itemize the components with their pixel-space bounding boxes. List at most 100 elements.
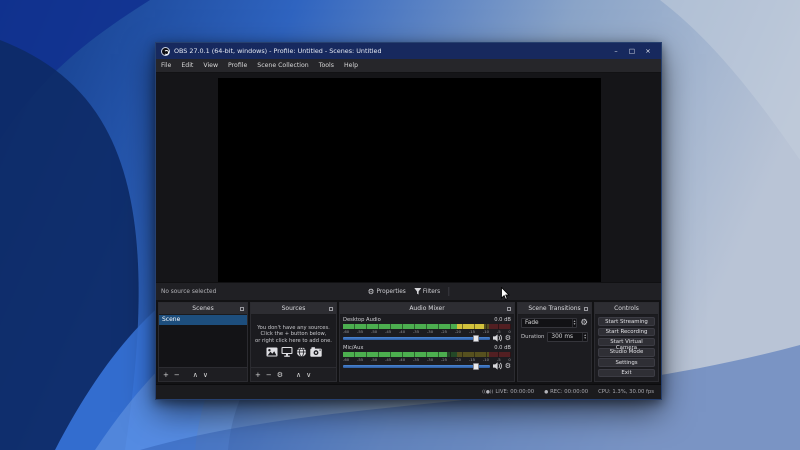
preview-area[interactable] xyxy=(156,73,661,282)
scenes-panel: Scenes Scene + − ∧ ∨ xyxy=(158,302,248,382)
transition-select[interactable]: Fade ▴ ▾ xyxy=(521,318,577,328)
audio-mixer-panel: Audio Mixer Desktop Audio 0.0 dB xyxy=(339,302,515,382)
db-tick-label: -30 xyxy=(427,357,433,362)
obs-window: OBS 27.0.1 (64-bit, windows) - Profile: … xyxy=(155,42,662,400)
control-button[interactable]: Settings xyxy=(598,358,655,367)
dock-options-icon[interactable] xyxy=(329,307,333,311)
maximize-button[interactable]: □ xyxy=(624,43,640,59)
control-button[interactable]: Exit xyxy=(598,369,655,378)
obs-logo-icon xyxy=(161,47,170,56)
duration-spinbox[interactable]: 300 ms ▴ ▾ xyxy=(547,332,588,342)
preview-canvas[interactable] xyxy=(218,78,601,291)
scene-transitions-panel: Scene Transitions Fade ▴ ▾ ⚙ xyxy=(517,302,592,382)
db-tick-label: -55 xyxy=(357,357,363,362)
scenes-toolbar: + − ∧ ∨ xyxy=(159,367,247,381)
channel-name: Mic/Aux xyxy=(343,345,363,351)
minimize-button[interactable]: – xyxy=(608,43,624,59)
add-scene-button[interactable]: + xyxy=(163,371,169,379)
volume-slider[interactable] xyxy=(343,365,490,368)
menu-item[interactable]: File xyxy=(156,59,176,72)
volume-meter xyxy=(343,324,511,329)
scenes-header[interactable]: Scenes xyxy=(159,303,247,315)
menu-item[interactable]: Scene Collection xyxy=(252,59,313,72)
db-tick-label: -10 xyxy=(483,329,489,334)
audio-mixer-title: Audio Mixer xyxy=(409,305,444,312)
speaker-icon[interactable] xyxy=(493,362,502,370)
transitions-header[interactable]: Scene Transitions xyxy=(518,303,591,315)
dock-options-icon[interactable] xyxy=(240,307,244,311)
dock-options-icon[interactable] xyxy=(507,307,511,311)
source-up-button[interactable]: ∧ xyxy=(296,371,301,379)
remove-scene-button[interactable]: − xyxy=(174,371,180,379)
volume-slider-handle[interactable] xyxy=(473,363,479,370)
titlebar[interactable]: OBS 27.0.1 (64-bit, windows) - Profile: … xyxy=(156,43,661,59)
scene-list-item[interactable]: Scene xyxy=(159,315,247,325)
chevron-down-icon: ▾ xyxy=(574,323,576,326)
controls-header[interactable]: Controls xyxy=(595,303,658,315)
control-button[interactable]: Start Recording xyxy=(598,328,655,337)
control-button[interactable]: Start Streaming xyxy=(598,317,655,326)
speaker-icon[interactable] xyxy=(493,334,502,342)
remove-source-button[interactable]: − xyxy=(266,371,272,379)
cpu-fps-text: CPU: 1.3%, 30.00 fps xyxy=(598,389,654,395)
control-button[interactable]: Start Virtual Camera xyxy=(598,338,655,347)
scene-down-button[interactable]: ∨ xyxy=(203,371,208,379)
menu-item[interactable]: Edit xyxy=(176,59,198,72)
volume-slider[interactable] xyxy=(343,337,490,340)
sources-empty-state[interactable]: You don't have any sources. Click the + … xyxy=(251,315,336,367)
close-button[interactable]: × xyxy=(640,43,656,59)
db-tick-label: -35 xyxy=(413,357,419,362)
volume-meter xyxy=(343,352,511,357)
menubar: File Edit View Profile Scene Collection … xyxy=(156,59,661,73)
scenes-title: Scenes xyxy=(192,305,213,312)
properties-label: Properties xyxy=(377,289,406,295)
channel-settings-icon[interactable]: ⚙ xyxy=(505,362,511,370)
db-tick-label: -50 xyxy=(371,357,377,362)
gear-icon: ⚙ xyxy=(368,287,375,296)
combo-arrows[interactable]: ▴ ▾ xyxy=(572,319,577,327)
filter-icon xyxy=(414,288,421,295)
live-time: LIVE: 00:00:00 xyxy=(495,389,534,395)
db-tick-label: -10 xyxy=(483,357,489,362)
mouse-cursor xyxy=(501,287,510,300)
db-tick-label: -20 xyxy=(455,357,461,362)
dock-options-icon[interactable] xyxy=(584,307,588,311)
sources-empty-text: or right click here to add one. xyxy=(255,338,332,345)
control-button[interactable]: Studio Mode xyxy=(598,348,655,357)
cpu-status: CPU: 1.3%, 30.00 fps xyxy=(598,389,654,395)
controls-panel: Controls Start Streaming Start Recording… xyxy=(594,302,659,382)
channel-settings-icon[interactable]: ⚙ xyxy=(505,334,511,342)
source-down-button[interactable]: ∨ xyxy=(306,371,311,379)
db-tick-label: -55 xyxy=(357,329,363,334)
source-toolbar-status: No source selected xyxy=(156,289,216,295)
desktop: OBS 27.0.1 (64-bit, windows) - Profile: … xyxy=(0,0,800,450)
scene-list[interactable]: Scene xyxy=(159,315,247,367)
scene-up-button[interactable]: ∧ xyxy=(193,371,198,379)
transition-settings-icon[interactable]: ⚙ xyxy=(580,318,588,328)
controls-title: Controls xyxy=(614,305,639,312)
spinbox-arrows[interactable]: ▴ ▾ xyxy=(582,333,587,341)
menu-item[interactable]: Profile xyxy=(223,59,252,72)
source-type-icons xyxy=(266,347,322,357)
menu-item[interactable]: Help xyxy=(339,59,363,72)
window-title: OBS 27.0.1 (64-bit, windows) - Profile: … xyxy=(174,47,608,55)
transition-selected-value: Fade xyxy=(522,320,572,326)
filters-button[interactable]: Filters xyxy=(414,288,440,295)
channel-db-value: 0.0 dB xyxy=(494,345,511,351)
sources-title: Sources xyxy=(282,305,306,312)
add-source-button[interactable]: + xyxy=(255,371,261,379)
controls-body: Start Streaming Start Recording Start Vi… xyxy=(595,315,658,381)
camera-source-icon xyxy=(310,347,322,357)
db-tick-label: -30 xyxy=(427,329,433,334)
transitions-title: Scene Transitions xyxy=(528,305,580,312)
duration-label: Duration xyxy=(521,334,544,340)
audio-mixer-header[interactable]: Audio Mixer xyxy=(340,303,514,315)
volume-slider-handle[interactable] xyxy=(473,335,479,342)
source-properties-button[interactable]: ⚙ xyxy=(277,371,283,379)
mixer-channel: Desktop Audio 0.0 dB -60-55-50-45-40-35-… xyxy=(343,317,511,342)
menu-item[interactable]: Tools xyxy=(314,59,339,72)
browser-source-icon xyxy=(296,347,307,357)
sources-header[interactable]: Sources xyxy=(251,303,336,315)
properties-button[interactable]: ⚙ Properties xyxy=(368,287,406,296)
menu-item[interactable]: View xyxy=(198,59,223,72)
